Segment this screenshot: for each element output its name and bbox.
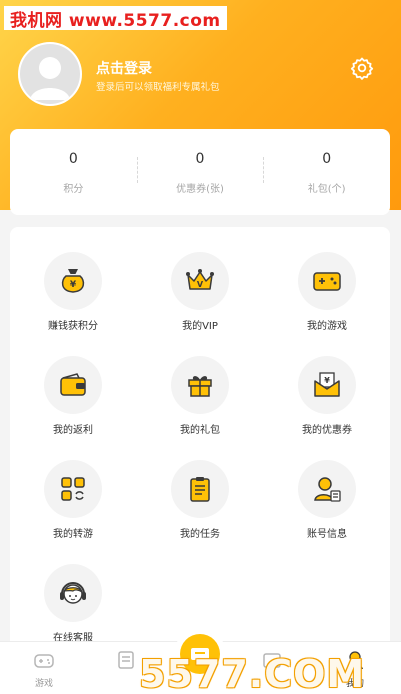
gamepad-tab-icon (34, 654, 54, 668)
list-tab-icon (118, 651, 134, 669)
transfer-grid-icon (61, 477, 85, 501)
menu-item-label: 我的转游 (53, 529, 93, 540)
svg-text:¥: ¥ (324, 376, 330, 385)
menu-card: ¥ 赚钱获积分 V 我的VIP 我的游戏 我的返利 我的礼包 ¥ 我的优惠券 我… (10, 227, 390, 657)
headset-icon (60, 582, 86, 604)
login-subtitle: 登录后可以领取福利专属礼包 (96, 82, 220, 93)
watermark-bottom: 5577.COM (139, 652, 366, 694)
menu-item-online-service[interactable]: 在线客服 (23, 564, 123, 644)
stat-label: 积分 (63, 184, 84, 195)
menu-item-label: 我的VIP (182, 321, 218, 332)
money-bag-icon: ¥ (61, 269, 85, 293)
coupon-icon: ¥ (314, 372, 340, 397)
menu-item-label: 赚钱获积分 (48, 321, 98, 332)
stat-label: 礼包(个) (307, 184, 346, 195)
crown-icon: V (186, 269, 214, 290)
menu-item-label: 我的游戏 (307, 321, 347, 332)
menu-item-gift-packs[interactable]: 我的礼包 (150, 356, 250, 436)
login-title[interactable]: 点击登录 (96, 58, 152, 78)
tab-games[interactable]: 游戏 (14, 650, 74, 689)
menu-item-earn-points[interactable]: ¥ 赚钱获积分 (23, 252, 123, 332)
stat-label: 优惠券(张) (176, 184, 224, 195)
menu-item-rebate[interactable]: 我的返利 (23, 356, 123, 436)
gamepad-icon (313, 272, 341, 291)
svg-text:¥: ¥ (70, 280, 77, 290)
account-card-icon (314, 477, 341, 502)
avatar[interactable] (18, 42, 82, 106)
settings-gear-icon[interactable] (350, 56, 374, 80)
menu-item-tasks[interactable]: 我的任务 (150, 460, 250, 540)
watermark-top: 我机网 www.5577.com (4, 6, 227, 31)
menu-item-my-games[interactable]: 我的游戏 (277, 252, 377, 332)
stats-card: 0 积分 0 优惠券(张) 0 礼包(个) (10, 129, 390, 215)
clipboard-icon (190, 477, 210, 502)
stat-coupons[interactable]: 0 优惠券(张) (136, 129, 264, 215)
menu-item-transfer[interactable]: 我的转游 (23, 460, 123, 540)
menu-item-label: 我的优惠券 (302, 425, 352, 436)
menu-item-label: 账号信息 (307, 529, 347, 540)
default-avatar-icon (20, 44, 80, 104)
menu-item-coupons[interactable]: ¥ 我的优惠券 (277, 356, 377, 436)
stat-value: 0 (195, 151, 205, 167)
stat-value: 0 (68, 151, 78, 167)
gift-icon (188, 376, 212, 397)
menu-item-vip[interactable]: V 我的VIP (150, 252, 250, 332)
menu-item-label: 我的礼包 (180, 425, 220, 436)
stat-value: 0 (322, 151, 332, 167)
tab-label: 游戏 (34, 679, 53, 689)
menu-item-label: 我的任务 (180, 529, 220, 540)
stat-gift-packs[interactable]: 0 礼包(个) (263, 129, 390, 215)
menu-item-account-info[interactable]: 账号信息 (277, 460, 377, 540)
menu-item-label: 我的返利 (53, 425, 93, 436)
stat-points[interactable]: 0 积分 (10, 129, 137, 215)
svg-text:V: V (197, 280, 204, 289)
wallet-icon (60, 373, 86, 396)
